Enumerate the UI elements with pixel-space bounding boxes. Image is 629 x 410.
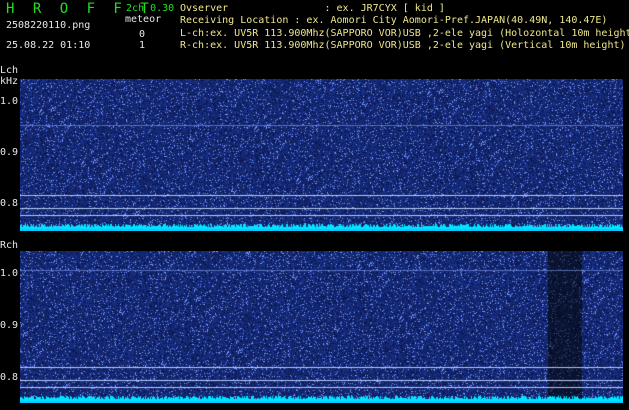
rch-spectrogram	[20, 251, 623, 403]
meteor-count-l: 0	[139, 29, 146, 40]
filename: 2508220110.png	[6, 20, 91, 31]
meteor-count-r: 1	[139, 40, 146, 51]
version-label: 2ch 0.30	[126, 3, 175, 14]
datetime: 25.08.22 01:10	[6, 40, 91, 51]
lch-info-line: L-ch:ex. UV5R 113.900Mhz(SAPPORO VOR)USB…	[180, 28, 629, 39]
lch-spectrogram	[20, 79, 623, 231]
freq-tick: 0.9	[0, 147, 19, 158]
lch-label: Lch	[0, 65, 19, 76]
meteor-label: meteor	[125, 14, 162, 25]
freq-tick: 0.9	[0, 320, 19, 331]
freq-tick: 0.8	[0, 198, 19, 209]
hroft-window: H R O F F T 2ch 0.30 meteor 2508220110.p…	[0, 0, 629, 410]
freq-tick: 1.0	[0, 96, 19, 107]
location-line: Receiving Location : ex. Aomori City Aom…	[180, 15, 608, 26]
freq-tick: 0.8	[0, 372, 19, 383]
freq-tick: 1.0	[0, 268, 19, 279]
observer-line: Ovserver : ex. JR7CYX [ kid ]	[180, 3, 445, 14]
khz-label: kHz	[0, 76, 19, 87]
rch-info-line: R-ch:ex. UV5R 113.900Mhz(SAPPORO VOR)USB…	[180, 40, 626, 51]
rch-label: Rch	[0, 240, 19, 251]
